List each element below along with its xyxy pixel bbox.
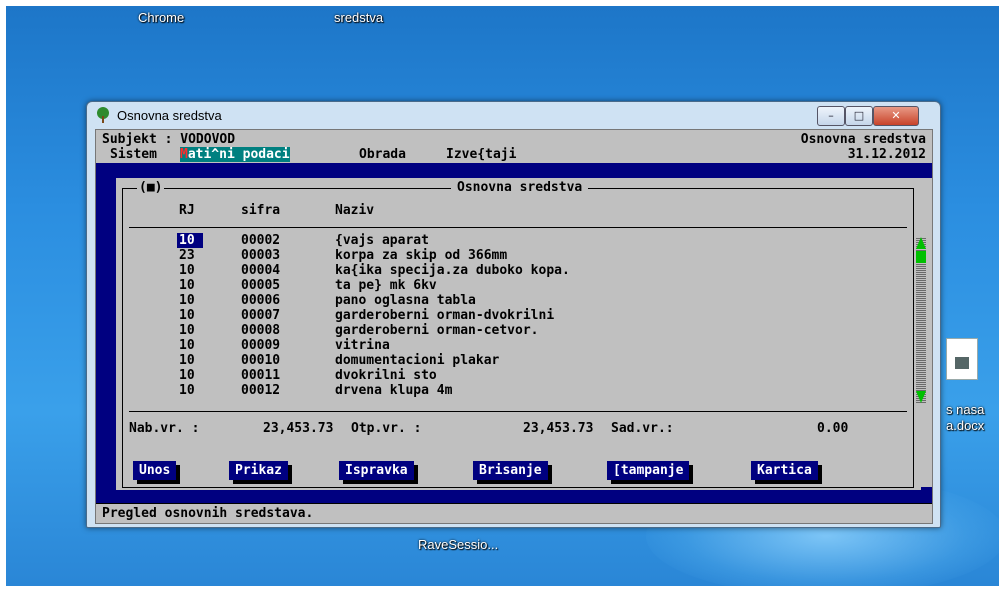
frame-title: Osnovna sredstva — [451, 180, 589, 195]
frame-close-marker[interactable]: (■) — [137, 180, 165, 195]
vertical-scrollbar[interactable] — [916, 237, 926, 403]
header-date: 31.12.2012 — [847, 147, 926, 162]
cell-sifra: 00005 — [241, 278, 281, 293]
desktop-icon-sredstva[interactable]: sredstva — [334, 10, 383, 25]
menu-maticni-label: ati^ni podaci — [187, 147, 290, 162]
cell-naziv: vitrina — [335, 338, 390, 353]
header-right-title: Osnovna sredstva — [800, 132, 926, 147]
cell-rj: 10 — [179, 263, 195, 278]
sad-value: 0.00 — [817, 421, 849, 436]
cell-rj: 10 — [179, 383, 195, 398]
navy-band-left — [96, 163, 116, 493]
cell-naziv: domumentacioni plakar — [335, 353, 500, 368]
cell-rj: 10 — [179, 323, 195, 338]
cell-sifra: 00004 — [241, 263, 281, 278]
column-header-rj: RJ — [179, 203, 195, 218]
cell-sifra: 00003 — [241, 248, 281, 263]
cell-sifra: 00006 — [241, 293, 281, 308]
cell-sifra: 00010 — [241, 353, 281, 368]
scroll-up-arrow-icon[interactable] — [916, 237, 926, 249]
cell-naziv: {vajs aparat — [335, 233, 429, 248]
header-divider — [129, 227, 907, 228]
menu-maticni-podaci[interactable]: Mati^ni podaci — [180, 147, 290, 162]
scroll-down-arrow-icon[interactable] — [916, 391, 926, 403]
cell-rj: 10 — [179, 353, 195, 368]
column-header-sifra: sifra — [241, 203, 281, 218]
list-panel: (■) Osnovna sredstva RJ sifra Naziv 10 00… — [116, 180, 926, 490]
desktop-icon-ravesession[interactable]: RaveSessio... — [418, 537, 498, 552]
navy-band-top — [96, 163, 932, 178]
cell-naziv: garderoberni orman-dvokrilni — [335, 308, 555, 323]
nab-label: Nab.vr. : — [129, 421, 200, 436]
close-button[interactable]: ✕ — [873, 106, 919, 126]
otp-value: 23,453.73 — [523, 421, 594, 436]
window-title: Osnovna sredstva — [117, 108, 222, 123]
cell-naziv: garderoberni orman-cetvor. — [335, 323, 539, 338]
cell-naziv: korpa za skip od 366mm — [335, 248, 508, 263]
brisanje-button[interactable]: Brisanje — [473, 461, 548, 480]
otp-label: Otp.vr. : — [351, 421, 422, 436]
cell-rj: 10 — [179, 278, 195, 293]
column-header-naziv: Naziv — [335, 203, 375, 218]
cell-rj: 10 — [177, 233, 203, 248]
menu-obrada[interactable]: Obrada — [359, 147, 406, 162]
kartica-button[interactable]: Kartica — [751, 461, 818, 480]
cell-sifra: 00011 — [241, 368, 281, 383]
scroll-thumb[interactable] — [916, 251, 926, 263]
cell-naziv: ka{ika specija.za duboko kopa. — [335, 263, 570, 278]
unos-button[interactable]: Unos — [133, 461, 177, 480]
cell-rj: 10 — [179, 293, 195, 308]
desktop-icon-docx-line1[interactable]: s nasa — [946, 402, 984, 417]
title-bar[interactable]: Osnovna sredstva – □ ✕ — [87, 102, 940, 130]
cell-sifra: 00009 — [241, 338, 281, 353]
menu-sistem[interactable]: Sistem — [110, 147, 157, 162]
cell-rj: 23 — [179, 248, 195, 263]
cell-naziv: pano oglasna tabla — [335, 293, 476, 308]
desktop-icon-chrome[interactable]: Chrome — [138, 10, 184, 25]
stampanje-button[interactable]: [tampanje — [607, 461, 690, 480]
cell-sifra: 00012 — [241, 383, 281, 398]
ispravka-button[interactable]: Ispravka — [339, 461, 414, 480]
cell-sifra: 00002 — [241, 233, 281, 248]
cell-rj: 10 — [179, 338, 195, 353]
maximize-button[interactable]: □ — [845, 106, 873, 126]
cell-naziv: drvena klupa 4m — [335, 383, 453, 398]
status-bar: Pregled osnovnih sredstava. — [96, 503, 932, 523]
totals-divider — [129, 411, 907, 412]
sad-label: Sad.vr.: — [611, 421, 674, 436]
minimize-button[interactable]: – — [817, 106, 845, 126]
prikaz-button[interactable]: Prikaz — [229, 461, 288, 480]
docx-file-icon[interactable] — [946, 338, 978, 380]
cell-sifra: 00008 — [241, 323, 281, 338]
menu-maticni-hotkey: M — [180, 147, 188, 162]
subject-line: Subjekt : VODOVOD — [102, 132, 236, 147]
cell-sifra: 00007 — [241, 308, 281, 323]
app-window: Osnovna sredstva – □ ✕ Subjekt : VODOVOD… — [86, 101, 941, 528]
cell-naziv: dvokrilni sto — [335, 368, 437, 383]
cell-naziv: ta pe} mk 6kv — [335, 278, 437, 293]
tree-app-icon — [97, 107, 109, 123]
cell-rj: 10 — [179, 308, 195, 323]
cell-rj: 10 — [179, 368, 195, 383]
list-frame: (■) Osnovna sredstva RJ sifra Naziv 10 00… — [122, 180, 926, 488]
dos-console[interactable]: Subjekt : VODOVOD Osnovna sredstva 31.12… — [95, 129, 933, 524]
menu-izvestaji[interactable]: Izve{taji — [446, 147, 516, 162]
status-text: Pregled osnovnih sredstava. — [102, 506, 314, 521]
nab-value: 23,453.73 — [263, 421, 334, 436]
desktop-icon-docx-line2[interactable]: a.docx — [946, 418, 984, 433]
